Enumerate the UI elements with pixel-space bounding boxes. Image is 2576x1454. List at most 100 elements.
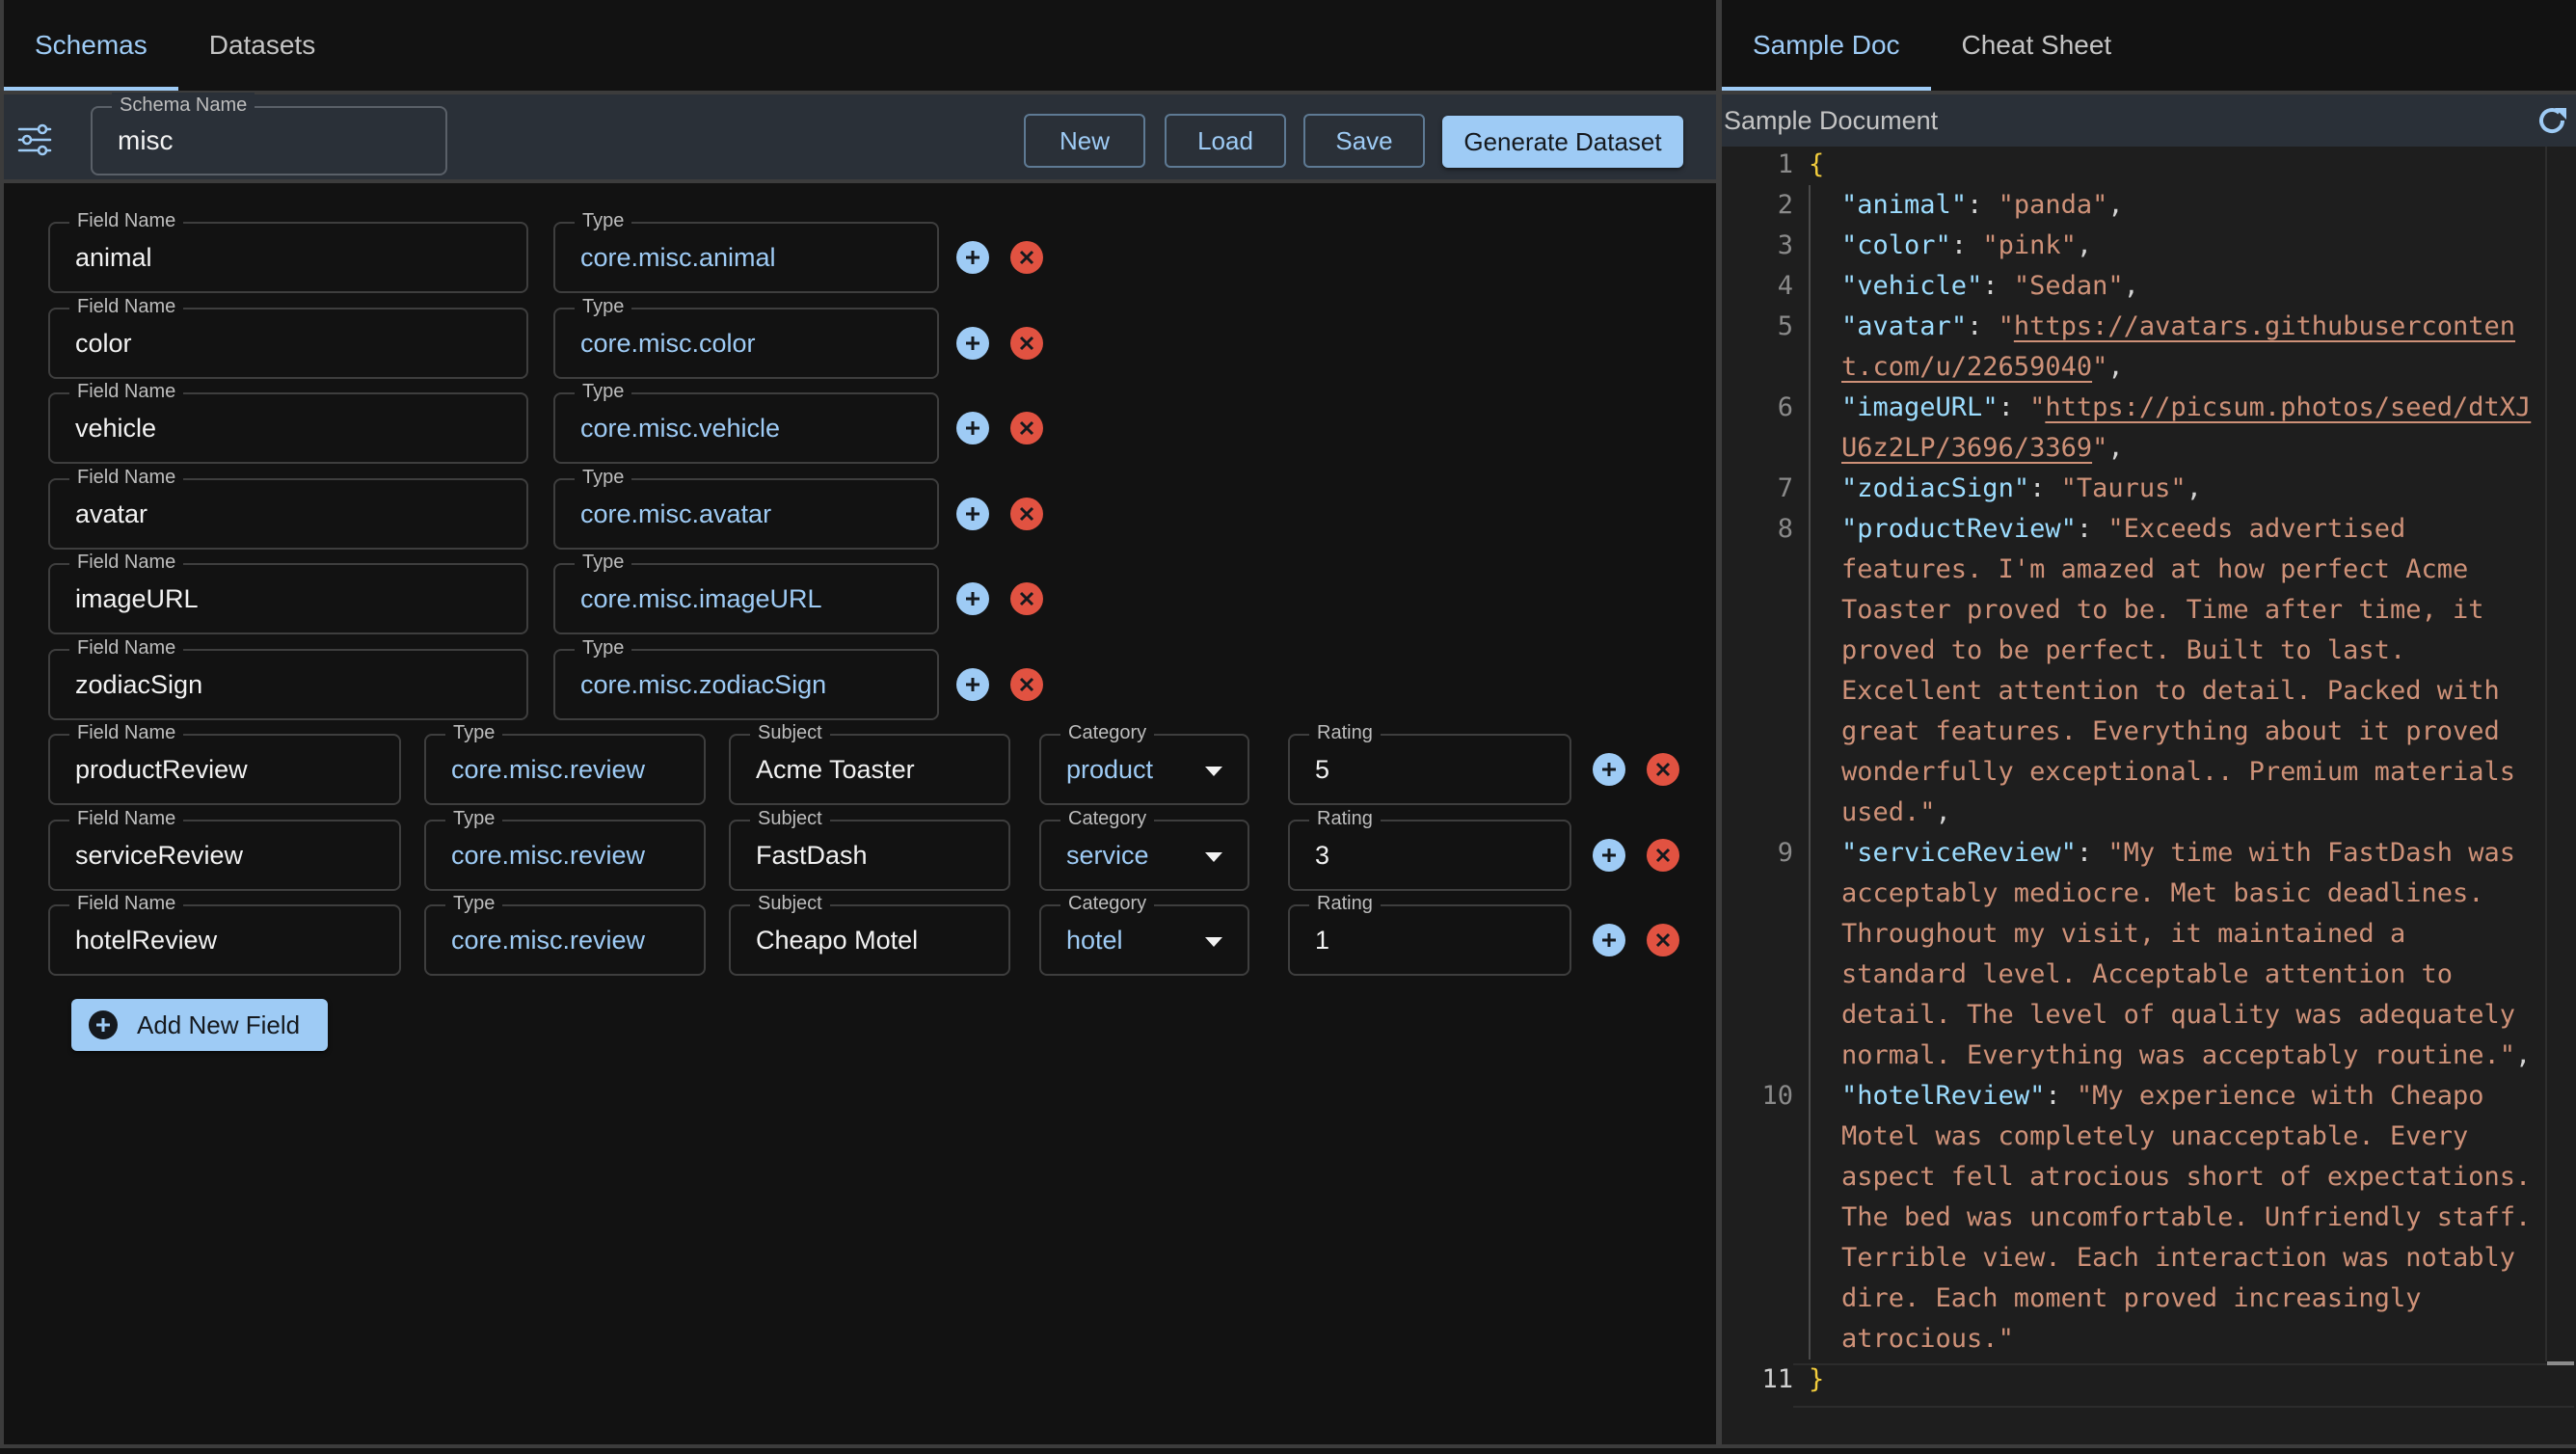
chevron-down-icon[interactable] (1205, 767, 1222, 776)
add-field-after-button[interactable] (956, 241, 989, 274)
rating-input[interactable]: Rating 5 (1288, 720, 1571, 805)
field-name-input[interactable]: Field Name zodiacSign (48, 634, 528, 720)
field-name-input[interactable]: Field Name vehicle (48, 379, 528, 464)
code-text: "animal": "panda", (1809, 185, 2541, 226)
editor-scrollbar[interactable] (2547, 1361, 2574, 1365)
field-type-input-value[interactable]: core.misc.animal (580, 243, 776, 273)
field-type-input[interactable]: Type core.misc.imageURL (553, 550, 939, 634)
subject-input[interactable]: Subject Cheapo Motel (729, 891, 1010, 976)
field-type-input-value[interactable]: core.misc.zodiacSign (580, 670, 826, 700)
refresh-icon[interactable] (2536, 104, 2568, 137)
chevron-down-icon[interactable] (1205, 937, 1222, 947)
field-name-input[interactable]: Field Name serviceReview (48, 805, 401, 891)
category-select-value[interactable]: hotel (1066, 926, 1123, 956)
tab-cheat-sheet[interactable]: Cheat Sheet (1931, 0, 2143, 91)
code-line: 1{ (1722, 145, 2541, 185)
save-button[interactable]: Save (1303, 114, 1425, 168)
field-name-input-value[interactable]: serviceReview (75, 841, 243, 871)
add-field-after-button[interactable] (956, 497, 989, 530)
category-select-label: Category (1060, 891, 1155, 916)
subject-input-value[interactable]: Cheapo Motel (756, 926, 918, 956)
delete-field-button[interactable] (1010, 412, 1043, 444)
delete-field-button[interactable] (1647, 753, 1679, 786)
field-name-input[interactable]: Field Name hotelReview (48, 891, 401, 976)
add-field-after-button[interactable] (956, 326, 989, 360)
field-type-input[interactable]: Type core.misc.vehicle (553, 379, 939, 464)
field-type-input[interactable]: Type core.misc.review (424, 891, 706, 976)
delete-field-button[interactable] (1647, 838, 1679, 872)
field-name-input[interactable]: Field Name animal (48, 208, 528, 293)
load-button[interactable]: Load (1165, 114, 1286, 168)
field-type-input-value[interactable]: core.misc.imageURL (580, 584, 822, 614)
field-type-input-label: Type (575, 464, 632, 490)
field-type-input[interactable]: Type core.misc.animal (553, 208, 939, 293)
schema-name-input[interactable]: misc (118, 125, 174, 156)
add-field-after-button[interactable] (1593, 753, 1625, 786)
field-name-input-value[interactable]: animal (75, 243, 152, 273)
delete-field-button[interactable] (1010, 326, 1043, 360)
category-select-value[interactable]: service (1066, 841, 1149, 871)
schema-name-field[interactable]: Schema Name misc (91, 93, 447, 175)
field-type-input[interactable]: Type core.misc.color (553, 293, 939, 379)
rating-input-value[interactable]: 1 (1315, 926, 1329, 956)
field-type-input-label: Type (445, 805, 503, 831)
rating-input-value[interactable]: 3 (1315, 841, 1329, 871)
tab-datasets[interactable]: Datasets (178, 0, 347, 91)
subject-input-value[interactable]: Acme Toaster (756, 755, 915, 785)
category-select-value[interactable]: product (1066, 755, 1153, 785)
field-name-input-value[interactable]: productReview (75, 755, 248, 785)
field-name-input-value[interactable]: hotelReview (75, 926, 217, 956)
field-name-input-value[interactable]: avatar (75, 499, 148, 529)
add-field-after-button[interactable] (956, 582, 989, 615)
filter-settings-icon[interactable] (17, 123, 52, 156)
json-value: My time with FastDash was acceptably med… (1841, 838, 2532, 1070)
rating-input[interactable]: Rating 3 (1288, 805, 1571, 891)
field-name-input-value[interactable]: imageURL (75, 584, 199, 614)
add-field-after-button[interactable] (1593, 838, 1625, 872)
add-field-after-button[interactable] (956, 667, 989, 701)
chevron-down-icon[interactable] (1205, 851, 1222, 862)
field-type-input-value[interactable]: core.misc.color (580, 329, 756, 359)
delete-field-button[interactable] (1647, 924, 1679, 956)
field-type-input-value[interactable]: core.misc.avatar (580, 499, 771, 529)
field-type-input-label: Type (575, 634, 632, 660)
field-type-input-value[interactable]: core.misc.review (451, 841, 645, 871)
generate-dataset-button[interactable]: Generate Dataset (1442, 116, 1683, 168)
delete-field-button[interactable] (1010, 497, 1043, 530)
rating-input[interactable]: Rating 1 (1288, 891, 1571, 976)
tab-sample-doc[interactable]: Sample Doc (1722, 0, 1931, 91)
field-name-input-value[interactable]: zodiacSign (75, 670, 202, 700)
new-button[interactable]: New (1024, 114, 1145, 168)
line-number: 8 (1777, 514, 1793, 544)
close-icon (1019, 677, 1034, 692)
field-name-input[interactable]: Field Name avatar (48, 464, 528, 550)
field-type-input-value[interactable]: core.misc.review (451, 926, 645, 956)
delete-field-button[interactable] (1010, 582, 1043, 615)
subject-input[interactable]: Subject Acme Toaster (729, 720, 1010, 805)
tab-schemas[interactable]: Schemas (4, 0, 178, 91)
field-name-input-value[interactable]: color (75, 329, 132, 359)
json-body: 2 "animal": "panda", 3 "color": "pink", 4 "ve… (1722, 185, 2541, 1360)
subject-input-value[interactable]: FastDash (756, 841, 868, 871)
category-select[interactable]: Category hotel (1039, 891, 1249, 976)
subject-input[interactable]: Subject FastDash (729, 805, 1010, 891)
field-type-input-value[interactable]: core.misc.review (451, 755, 645, 785)
category-select[interactable]: Category product (1039, 720, 1249, 805)
field-type-input[interactable]: Type core.misc.review (424, 805, 706, 891)
field-name-input[interactable]: Field Name color (48, 293, 528, 379)
field-type-input[interactable]: Type core.misc.review (424, 720, 706, 805)
delete-field-button[interactable] (1010, 667, 1043, 701)
add-new-field-button[interactable]: Add New Field (71, 999, 328, 1051)
rating-input-value[interactable]: 5 (1315, 755, 1329, 785)
field-name-input[interactable]: Field Name productReview (48, 720, 401, 805)
field-type-input[interactable]: Type core.misc.zodiacSign (553, 634, 939, 720)
field-name-input-value[interactable]: vehicle (75, 414, 156, 444)
field-name-input[interactable]: Field Name imageURL (48, 550, 528, 634)
field-type-input-value[interactable]: core.misc.vehicle (580, 414, 780, 444)
delete-field-button[interactable] (1010, 241, 1043, 274)
field-type-input[interactable]: Type core.misc.avatar (553, 464, 939, 550)
code-editor[interactable]: 1{2 "animal": "panda", 3 "color": "pink", 4 "… (1722, 147, 2576, 1444)
add-field-after-button[interactable] (956, 412, 989, 444)
add-field-after-button[interactable] (1593, 924, 1625, 956)
category-select[interactable]: Category service (1039, 805, 1249, 891)
